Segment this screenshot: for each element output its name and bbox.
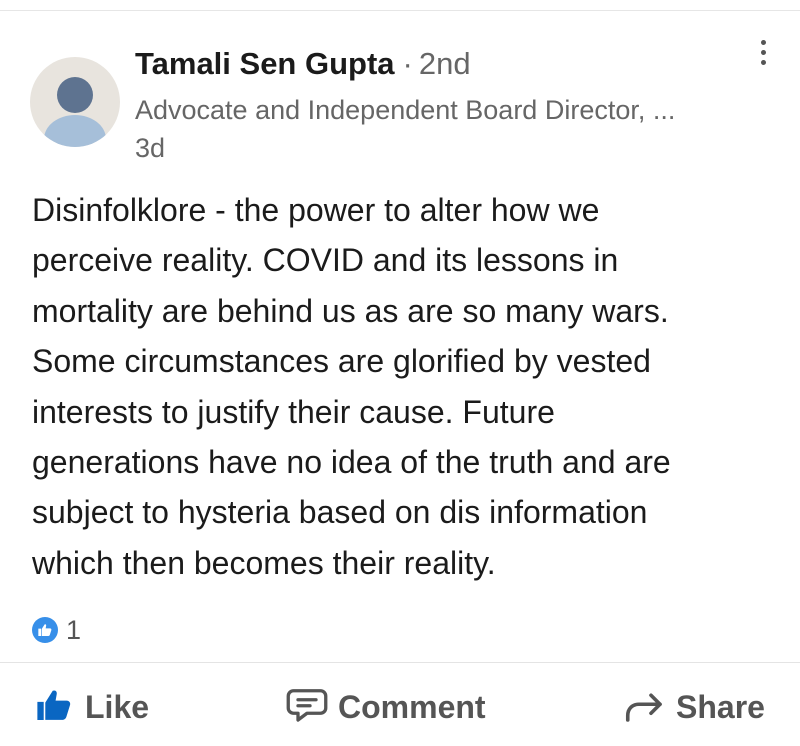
post-timestamp: 3d [135, 133, 166, 163]
more-options-icon[interactable] [748, 38, 778, 68]
share-button[interactable]: Share [624, 682, 765, 732]
reaction-count: 1 [66, 615, 82, 645]
post-body-line: subject to hysteria based on dis informa… [32, 494, 648, 531]
like-button[interactable]: Like [35, 682, 149, 732]
comment-button[interactable]: Comment [286, 682, 486, 732]
connection-degree: 2nd [418, 46, 471, 81]
post-body-line: Some circumstances are glorified by vest… [32, 343, 651, 380]
comment-icon [286, 686, 328, 729]
comment-label: Comment [338, 688, 486, 725]
author-name[interactable]: Tamali Sen Gupta [135, 46, 395, 81]
top-divider [0, 10, 800, 11]
share-label: Share [676, 688, 765, 725]
menu-dot [761, 40, 766, 45]
post-body-line: generations have no idea of the truth an… [32, 444, 671, 481]
post-body-line: interests to justify their cause. Future [32, 393, 555, 430]
share-arrow-icon [624, 686, 666, 729]
like-label: Like [85, 688, 150, 725]
thumbs-up-icon [35, 686, 73, 729]
author-headline: Advocate and Independent Board Director,… [135, 95, 676, 125]
author-line: Tamali Sen Gupta · 2nd [135, 44, 471, 84]
post-body-line: perceive reality. COVID and its lessons … [32, 242, 619, 279]
reactions-summary[interactable]: 1 [32, 615, 81, 645]
action-bar-divider [0, 662, 800, 663]
menu-dot [761, 60, 766, 65]
post-body: Disinfolklore - the power to alter how w… [32, 185, 772, 588]
post-body-line: which then becomes their reality. [32, 544, 496, 581]
avatar[interactable] [30, 57, 120, 147]
avatar-body [44, 115, 106, 147]
menu-dot [761, 50, 766, 55]
like-reaction-icon [32, 617, 58, 643]
degree-separator: · [402, 46, 413, 81]
post-body-line: Disinfolklore - the power to alter how w… [32, 192, 600, 228]
post-body-line: mortality are behind us as are so many w… [32, 292, 669, 329]
avatar-head [57, 77, 93, 113]
